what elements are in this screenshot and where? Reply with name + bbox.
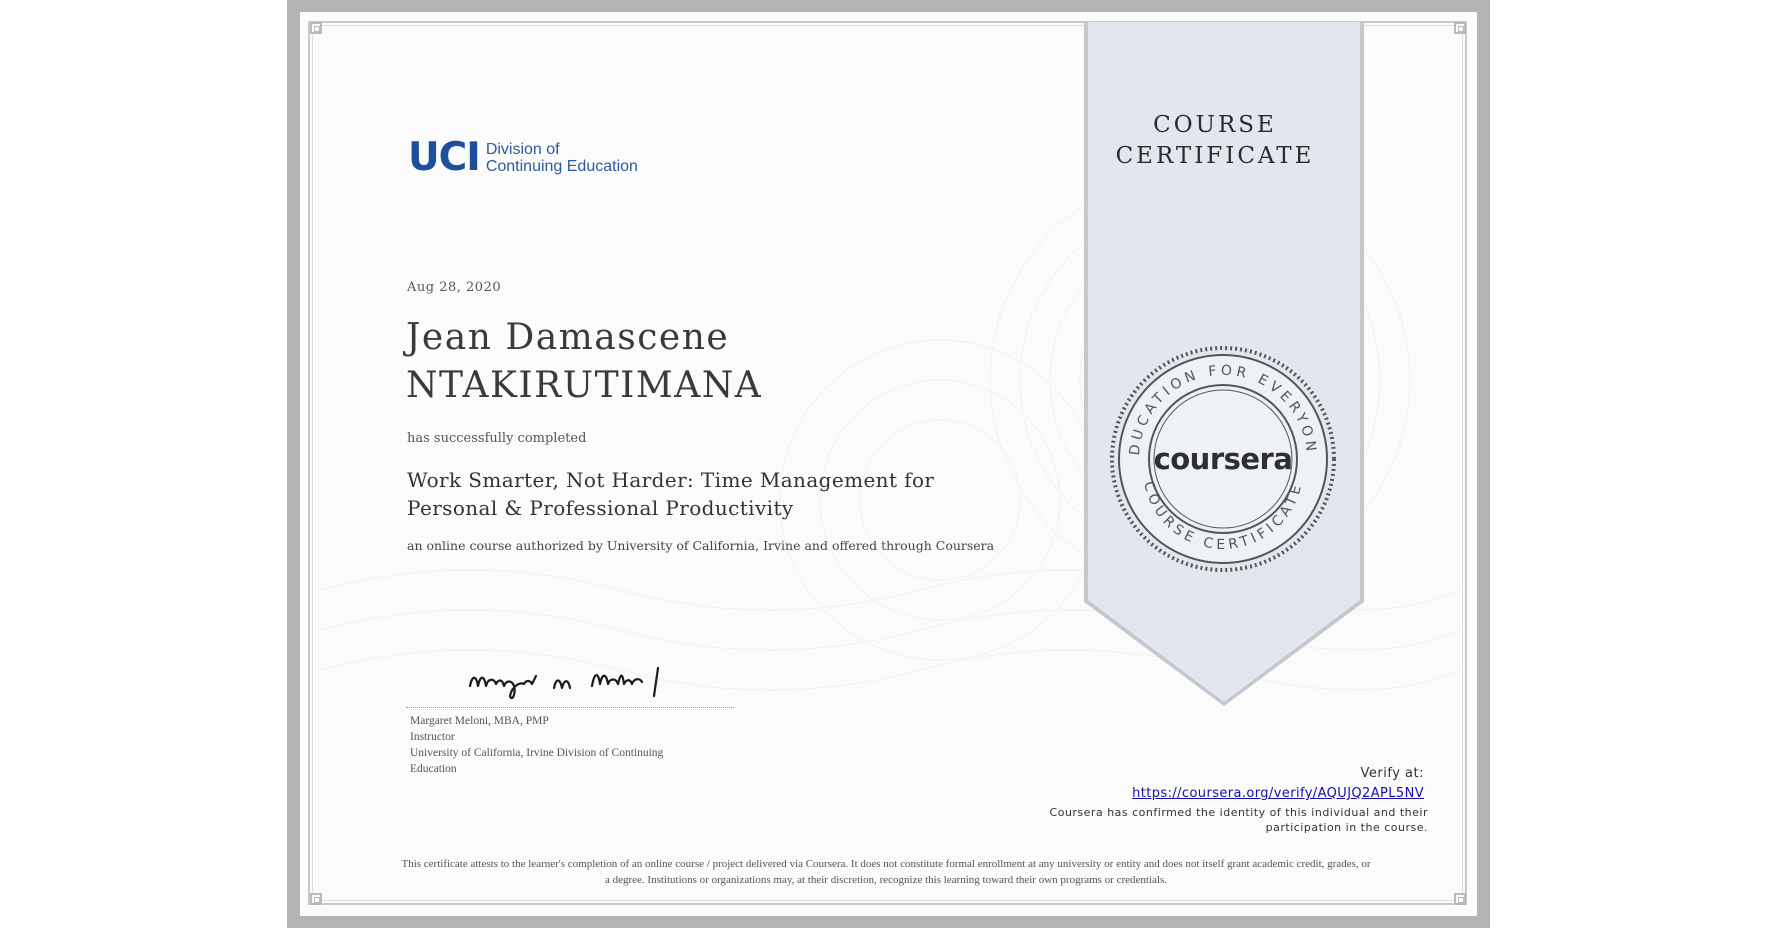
recipient-name-line2: NTAKIRUTIMANA <box>406 365 763 406</box>
verify-note-line2: participation in the course. <box>1265 821 1428 834</box>
verify-link[interactable]: https://coursera.org/verify/AQUJQ2APL5NV <box>1132 786 1424 801</box>
completion-date: Aug 28, 2020 <box>407 280 502 295</box>
verify-label: Verify at: <box>1360 766 1424 781</box>
completed-text: has successfully completed <box>407 431 587 446</box>
instructor-info: Margaret Meloni, MBA, PMP Instructor Uni… <box>410 713 690 777</box>
signature-line <box>406 707 734 708</box>
course-title-line2: Personal & Professional Productivity <box>407 496 794 520</box>
instructor-org-line1: University of California, Irvine Divisio… <box>410 747 664 759</box>
verify-note-line1: Coursera has confirmed the identity of t… <box>1049 806 1428 819</box>
ribbon-title: COURSE CERTIFICATE <box>1084 110 1346 172</box>
seal-brand: coursera <box>1154 442 1293 476</box>
uci-logo-line1: Division of <box>485 141 560 158</box>
instructor-org-line2: Education <box>410 763 457 775</box>
uci-logo-text: Division of Continuing Education <box>486 141 638 175</box>
verify-block: Verify at: https://coursera.org/verify/A… <box>1050 766 1424 802</box>
ribbon-title-line1: COURSE <box>1153 112 1277 138</box>
coursera-seal: EDUCATION FOR EVERYONE COURSE CERTIFICAT… <box>1109 345 1336 572</box>
signature-text: Margaret M Meloni <box>562 703 582 706</box>
corner-ornament-top-right <box>1454 22 1466 34</box>
uci-logo-mark: UCI <box>408 135 481 180</box>
instructor-signature: Margaret M Meloni <box>468 666 660 706</box>
course-title-line1: Work Smarter, Not Harder: Time Managemen… <box>407 468 935 492</box>
corner-ornament-top-left <box>310 22 322 34</box>
uci-logo-line2: Continuing Education <box>485 158 638 175</box>
recipient-name-line1: Jean Damascene <box>406 317 730 358</box>
corner-ornament-bottom-right <box>1454 893 1466 905</box>
course-authorization-text: an online course authorized by Universit… <box>407 538 995 553</box>
disclaimer-line1: This certificate attests to the learner'… <box>401 858 1371 870</box>
certificate-disclaimer: This certificate attests to the learner'… <box>330 856 1442 888</box>
course-title: Work Smarter, Not Harder: Time Managemen… <box>407 466 967 522</box>
instructor-role: Instructor <box>410 731 455 743</box>
corner-ornament-bottom-left <box>310 893 322 905</box>
recipient-name: Jean Damascene NTAKIRUTIMANA <box>406 314 762 410</box>
uci-logo: UCI Division of Continuing Education <box>408 138 638 178</box>
instructor-name: Margaret Meloni, MBA, PMP <box>410 715 549 727</box>
verify-note: Coursera has confirmed the identity of t… <box>1030 805 1428 835</box>
disclaimer-line2: a degree. Institutions or organizations … <box>604 874 1168 886</box>
ribbon-title-line2: CERTIFICATE <box>1115 143 1315 169</box>
